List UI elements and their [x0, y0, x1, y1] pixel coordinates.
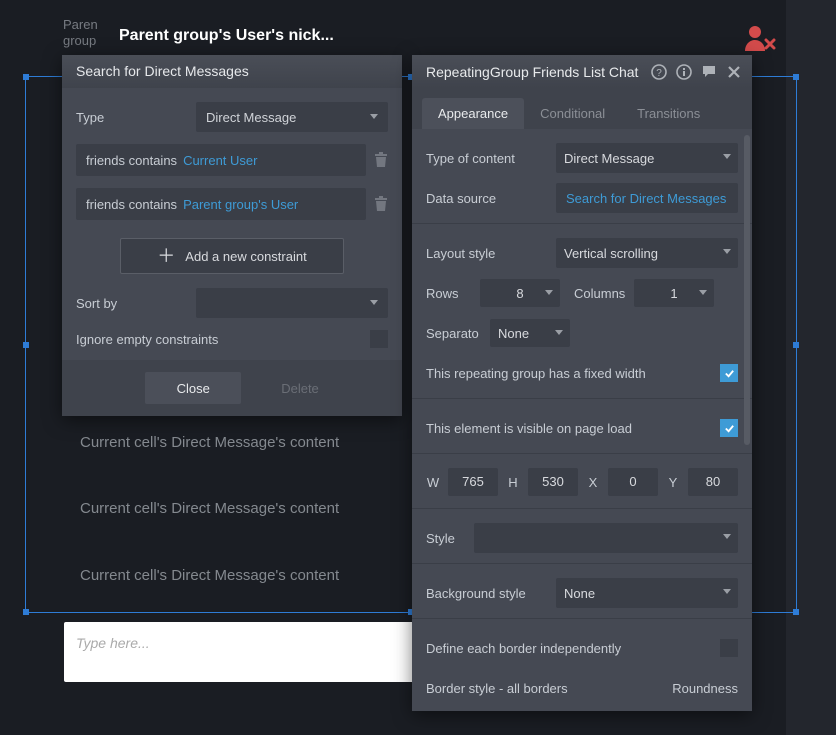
visible-on-load-checkbox[interactable]: [720, 419, 738, 437]
ignore-empty-label: Ignore empty constraints: [76, 332, 370, 347]
cell-placeholder-text: Current cell's Direct Message's content: [80, 500, 339, 517]
close-button[interactable]: Close: [145, 372, 241, 404]
border-style-label: Border style - all borders: [426, 681, 672, 696]
type-label: Type: [76, 110, 196, 125]
close-icon[interactable]: [726, 64, 742, 80]
page-title: Parent group's User's nick...: [119, 27, 334, 45]
background-style-select[interactable]: None: [556, 578, 738, 608]
sort-by-label: Sort by: [76, 296, 196, 311]
svg-text:?: ?: [656, 68, 662, 79]
inspector-title[interactable]: RepeatingGroup Friends List Chat: [426, 64, 642, 80]
layout-style-select[interactable]: Vertical scrolling: [556, 238, 738, 268]
x-input[interactable]: 0: [608, 468, 658, 496]
data-source-label: Data source: [426, 191, 556, 206]
tab-transitions[interactable]: Transitions: [621, 98, 716, 129]
roundness-label: Roundness: [672, 681, 738, 696]
trash-icon[interactable]: [374, 152, 388, 168]
add-constraint-button[interactable]: ＋ Add a new constraint: [120, 238, 344, 274]
visible-on-load-label: This element is visible on page load: [426, 421, 720, 436]
comment-icon[interactable]: [701, 64, 717, 80]
cell-placeholder-text: Current cell's Direct Message's content: [80, 434, 339, 451]
remove-user-icon[interactable]: [742, 24, 776, 52]
rows-select[interactable]: 8: [480, 279, 560, 307]
trash-icon[interactable]: [374, 196, 388, 212]
x-label: X: [586, 475, 600, 490]
fixed-width-label: This repeating group has a fixed width: [426, 366, 720, 381]
separator-select[interactable]: None: [490, 319, 570, 347]
help-icon[interactable]: ?: [651, 64, 667, 80]
type-of-content-label: Type of content: [426, 151, 556, 166]
separator-label: Separato: [426, 326, 490, 341]
data-source-field[interactable]: Search for Direct Messages: [556, 183, 738, 213]
columns-select[interactable]: 1: [634, 279, 714, 307]
constraint-row[interactable]: friends contains Parent group's User: [76, 188, 366, 220]
layout-style-label: Layout style: [426, 246, 556, 261]
width-label: W: [426, 475, 440, 490]
type-select[interactable]: Direct Message: [196, 102, 388, 132]
style-select[interactable]: [474, 523, 738, 553]
sort-by-select[interactable]: [196, 288, 388, 318]
ignore-empty-checkbox[interactable]: [370, 330, 388, 348]
style-label: Style: [426, 531, 474, 546]
info-icon[interactable]: [676, 64, 692, 80]
tab-conditional[interactable]: Conditional: [524, 98, 621, 129]
columns-label: Columns: [574, 286, 634, 301]
search-popup: Search for Direct Messages Type Direct M…: [62, 55, 402, 416]
cell-placeholder-text: Current cell's Direct Message's content: [80, 567, 339, 584]
tab-appearance[interactable]: Appearance: [422, 98, 524, 129]
fixed-width-checkbox[interactable]: [720, 364, 738, 382]
y-label: Y: [666, 475, 680, 490]
scrollbar-thumb[interactable]: [744, 135, 750, 445]
y-input[interactable]: 80: [688, 468, 738, 496]
inspector-tabs: Appearance Conditional Transitions: [412, 88, 752, 129]
constraint-row[interactable]: friends contains Current User: [76, 144, 366, 176]
height-input[interactable]: 530: [528, 468, 578, 496]
rows-label: Rows: [426, 286, 480, 301]
delete-button[interactable]: Delete: [281, 381, 319, 396]
define-borders-checkbox[interactable]: [720, 639, 738, 657]
define-borders-label: Define each border independently: [426, 641, 720, 656]
search-popup-title[interactable]: Search for Direct Messages: [62, 55, 402, 88]
inspector-popup: RepeatingGroup Friends List Chat ? Appea…: [412, 55, 752, 711]
type-of-content-select[interactable]: Direct Message: [556, 143, 738, 173]
parent-group-label: Parengroup: [63, 17, 98, 49]
width-input[interactable]: 765: [448, 468, 498, 496]
height-label: H: [506, 475, 520, 490]
background-style-label: Background style: [426, 586, 556, 601]
